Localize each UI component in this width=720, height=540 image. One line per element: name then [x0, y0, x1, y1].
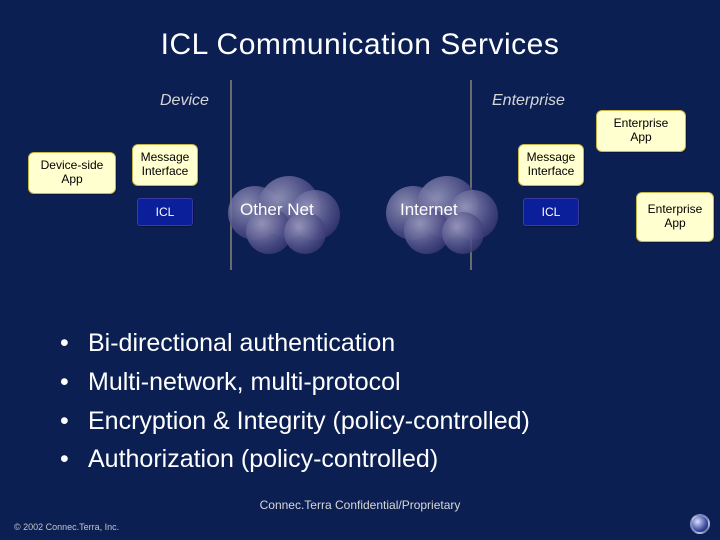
box-message-interface-right: MessageInterface — [518, 144, 584, 186]
bullet-item: •Multi-network, multi-protocol — [60, 363, 680, 402]
slide-title: ICL Communication Services — [0, 0, 720, 62]
copyright-footer: © 2002 Connec.Terra, Inc. — [14, 522, 119, 532]
bullet-text: Multi-network, multi-protocol — [88, 363, 401, 402]
box-icl-left: ICL — [137, 198, 193, 226]
bullet-item: •Encryption & Integrity (policy-controll… — [60, 402, 680, 441]
architecture-diagram: Device Enterprise Device-sideApp Message… — [0, 80, 720, 300]
bullet-list: •Bi-directional authentication •Multi-ne… — [60, 324, 680, 479]
column-label-device: Device — [160, 92, 209, 110]
bullet-text: Bi-directional authentication — [88, 324, 395, 363]
box-message-interface-left: MessageInterface — [132, 144, 198, 186]
label-other-net: Other Net — [240, 200, 314, 220]
bullet-text: Encryption & Integrity (policy-controlle… — [88, 402, 530, 441]
column-label-enterprise: Enterprise — [492, 92, 565, 110]
globe-icon — [690, 514, 710, 534]
confidential-footer: Connec.Terra Confidential/Proprietary — [0, 498, 720, 512]
label-internet: Internet — [400, 200, 458, 220]
box-icl-right: ICL — [523, 198, 579, 226]
box-device-side-app: Device-sideApp — [28, 152, 116, 194]
bullet-item: •Authorization (policy-controlled) — [60, 440, 680, 479]
bullet-item: •Bi-directional authentication — [60, 324, 680, 363]
box-enterprise-app-top: EnterpriseApp — [596, 110, 686, 152]
box-enterprise-app-bottom: EnterpriseApp — [636, 192, 714, 242]
bullet-text: Authorization (policy-controlled) — [88, 440, 438, 479]
